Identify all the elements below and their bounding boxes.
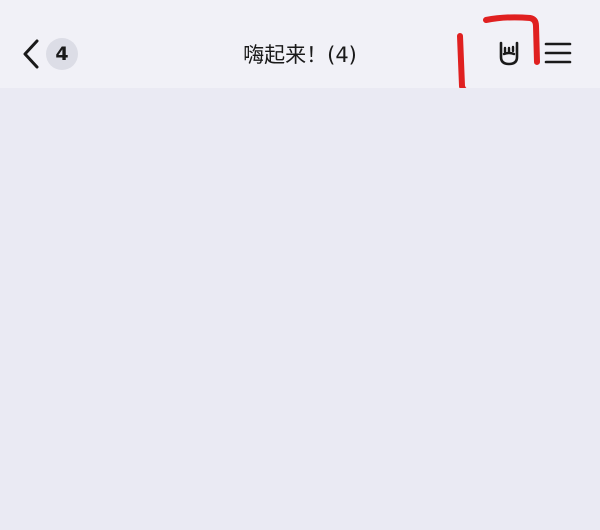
chat-title: 嗨起来！(4) — [243, 43, 357, 67]
unread-count-badge: 4 — [46, 38, 78, 70]
back-button[interactable]: 4 — [18, 34, 78, 74]
hamburger-menu-icon — [544, 41, 572, 69]
chat-header: 4 嗨起来！(4) — [0, 0, 600, 88]
rock-on-hand-icon — [495, 39, 523, 71]
chevron-left-icon — [18, 34, 44, 74]
rock-on-button[interactable] — [492, 38, 526, 72]
message-area — [0, 88, 600, 530]
more-menu-button[interactable] — [542, 40, 574, 70]
